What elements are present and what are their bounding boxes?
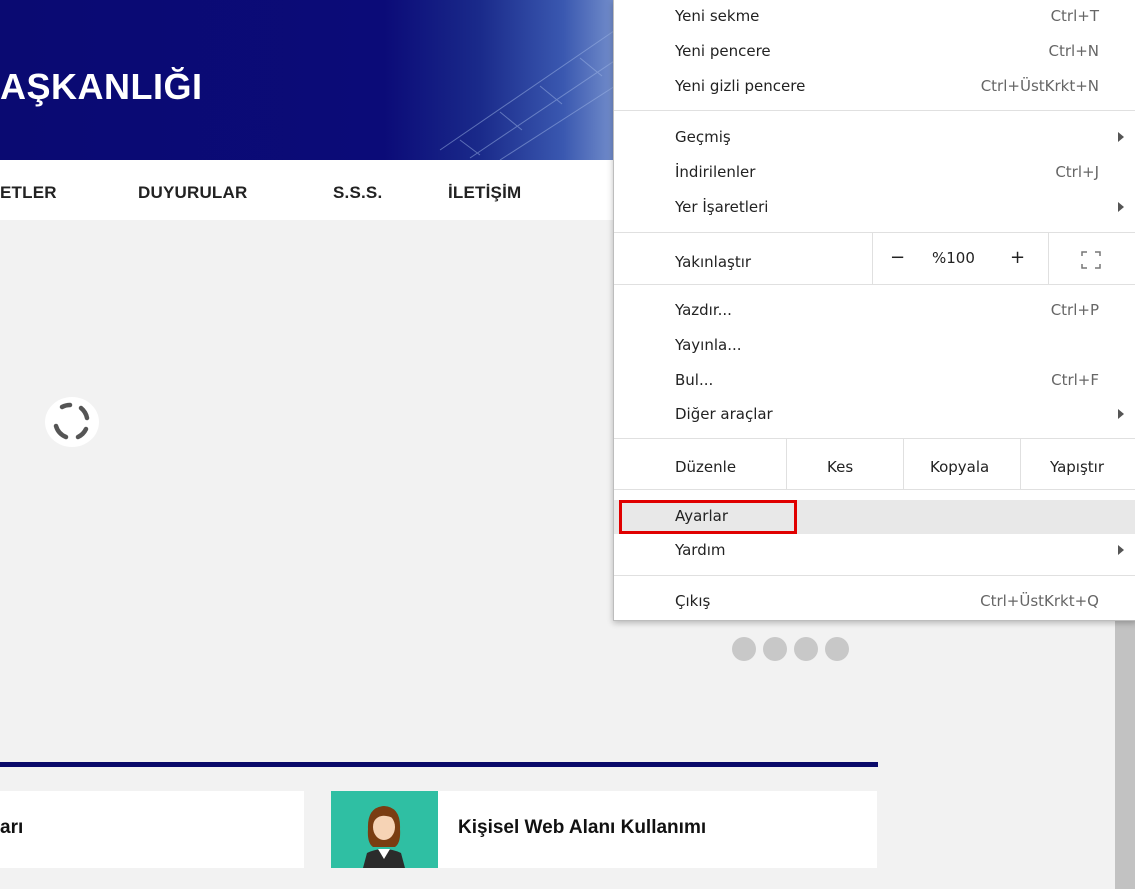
menu-separator	[614, 232, 1135, 233]
menu-separator	[614, 110, 1135, 111]
slider-dot[interactable]	[794, 637, 818, 661]
menu-item-help[interactable]: Yardım	[614, 534, 1135, 568]
menu-item-more-tools[interactable]: Diğer araçlar	[614, 398, 1135, 432]
menu-item-new-tab[interactable]: Yeni sekme Ctrl+T	[614, 0, 1135, 34]
menu-vertical-separator	[903, 439, 904, 489]
menu-label: Düzenle	[675, 458, 737, 476]
menu-item-bookmarks[interactable]: Yer İşaretleri	[614, 191, 1135, 225]
menu-shortcut: Ctrl+T	[1050, 7, 1099, 25]
zoom-in-button[interactable]: +	[1010, 247, 1025, 268]
nav-item-hizmetler[interactable]: ETLER	[0, 183, 57, 203]
site-banner: AŞKANLIĞI	[0, 0, 640, 160]
card-title: arı	[0, 817, 24, 838]
menu-separator	[614, 284, 1135, 285]
nav-item-sss[interactable]: S.S.S.	[333, 183, 382, 203]
service-card-personal-web[interactable]: Kişisel Web Alanı Kullanımı	[331, 791, 877, 868]
menu-item-cast[interactable]: Yayınla...	[614, 329, 1135, 363]
menu-item-print[interactable]: Yazdır... Ctrl+P	[614, 294, 1135, 328]
menu-shortcut: Ctrl+ÜstKrkt+Q	[980, 592, 1099, 610]
menu-shortcut: Ctrl+N	[1048, 42, 1099, 60]
menu-vertical-separator	[1048, 233, 1049, 284]
slider-dots	[732, 637, 856, 666]
menu-shortcut: Ctrl+P	[1050, 301, 1099, 319]
menu-item-zoom: Yakınlaştır	[614, 246, 1135, 280]
paste-button[interactable]: Yapıştır	[1050, 458, 1104, 476]
loading-spinner-icon	[45, 397, 99, 447]
highlight-box-settings	[619, 500, 797, 534]
card-title: Kişisel Web Alanı Kullanımı	[458, 817, 707, 838]
menu-label: Bul...	[675, 371, 714, 389]
submenu-arrow-icon	[1118, 545, 1124, 555]
menu-item-exit[interactable]: Çıkış Ctrl+ÜstKrkt+Q	[614, 585, 1135, 619]
menu-label: Yeni pencere	[675, 42, 771, 60]
main-nav: ETLER DUYURULAR S.S.S. İLETİŞİM	[0, 160, 640, 220]
menu-label: Yardım	[675, 541, 726, 559]
menu-item-new-incognito[interactable]: Yeni gizli pencere Ctrl+ÜstKrkt+N	[614, 70, 1135, 104]
service-card[interactable]: arı	[0, 791, 304, 868]
keyboard-graphic	[439, 19, 640, 160]
banner-title: AŞKANLIĞI	[0, 66, 203, 107]
menu-label: İndirilenler	[675, 163, 756, 181]
menu-label: Yayınla...	[675, 336, 742, 354]
card-avatar	[331, 791, 438, 868]
menu-label: Çıkış	[675, 592, 711, 610]
section-divider	[0, 762, 878, 767]
zoom-out-button[interactable]: −	[890, 247, 905, 268]
menu-label: Yazdır...	[675, 301, 732, 319]
submenu-arrow-icon	[1118, 132, 1124, 142]
fullscreen-icon[interactable]	[1079, 249, 1103, 271]
slider-dot[interactable]	[732, 637, 756, 661]
menu-shortcut: Ctrl+ÜstKrkt+N	[980, 77, 1099, 95]
content-area	[0, 230, 640, 670]
menu-item-new-window[interactable]: Yeni pencere Ctrl+N	[614, 35, 1135, 69]
menu-label: Diğer araçlar	[675, 405, 773, 423]
menu-label: Yeni gizli pencere	[675, 77, 806, 95]
menu-vertical-separator	[872, 233, 873, 284]
cut-button[interactable]: Kes	[827, 458, 853, 476]
menu-label: Yakınlaştır	[675, 253, 752, 271]
menu-item-find[interactable]: Bul... Ctrl+F	[614, 364, 1135, 398]
submenu-arrow-icon	[1118, 202, 1124, 212]
nav-item-duyurular[interactable]: DUYURULAR	[138, 183, 247, 203]
slider-dot[interactable]	[763, 637, 787, 661]
menu-shortcut: Ctrl+J	[1055, 163, 1099, 181]
copy-button[interactable]: Kopyala	[930, 458, 989, 476]
menu-vertical-separator	[1020, 439, 1021, 489]
woman-avatar-icon	[363, 806, 405, 868]
menu-shortcut: Ctrl+F	[1051, 371, 1099, 389]
menu-label: Yeni sekme	[675, 7, 760, 25]
menu-label: Yer İşaretleri	[675, 198, 769, 216]
menu-item-history[interactable]: Geçmiş	[614, 121, 1135, 155]
menu-separator	[614, 489, 1135, 490]
zoom-level: %100	[932, 249, 975, 267]
menu-separator	[614, 438, 1135, 439]
slider-dot[interactable]	[825, 637, 849, 661]
nav-item-iletisim[interactable]: İLETİŞİM	[448, 183, 521, 203]
submenu-arrow-icon	[1118, 409, 1124, 419]
menu-item-downloads[interactable]: İndirilenler Ctrl+J	[614, 156, 1135, 190]
menu-separator	[614, 575, 1135, 576]
menu-label: Geçmiş	[675, 128, 731, 146]
menu-vertical-separator	[786, 439, 787, 489]
